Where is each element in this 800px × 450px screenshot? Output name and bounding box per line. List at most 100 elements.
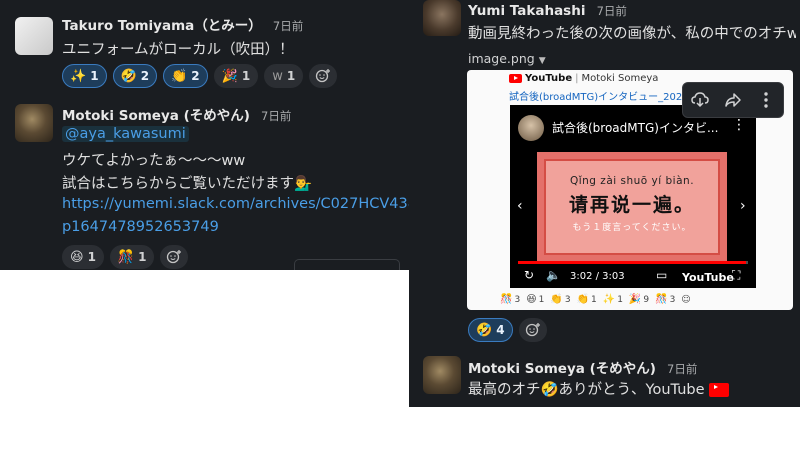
mini-count: 3 bbox=[564, 294, 571, 305]
message-header: Yumi Takahashi 7日前 bbox=[468, 0, 627, 19]
image-reaction-strip: 🎊 3 😆 1 👏 3 👏 1 ✨ 1 🎉 9 🎊 3 ☺ bbox=[500, 294, 691, 305]
clap-emoji: 👏 bbox=[171, 68, 188, 84]
replay-icon[interactable]: ↻ bbox=[524, 268, 534, 282]
video-player[interactable]: 試合後(broadMTG)インタビ... ⋮ Qǐng zài shuō yí … bbox=[510, 105, 756, 288]
video-title[interactable]: 試合後(broadMTG)インタビ... bbox=[552, 119, 718, 136]
mini-reaction: 🎊 3 bbox=[500, 294, 520, 305]
message-text: ウケてよかったぁ〜〜〜ww bbox=[62, 153, 246, 169]
next-arrow-icon[interactable]: › bbox=[740, 198, 746, 214]
pinyin-text: Qǐng zài shuō yí biàn. bbox=[569, 175, 695, 187]
reaction-rofl[interactable]: 🤣 2 bbox=[112, 64, 158, 88]
tada-emoji: 🎉 bbox=[221, 68, 238, 84]
mini-emoji: 🎊 bbox=[655, 294, 668, 305]
message-text-content: 最高のオチ🤣ありがとう、YouTube bbox=[468, 382, 705, 398]
add-reaction-button[interactable] bbox=[518, 318, 547, 342]
fullscreen-icon[interactable]: ⛶ bbox=[732, 268, 740, 283]
author-name[interactable]: Takuro Tomiyama（とみー） bbox=[62, 18, 262, 34]
message-hover-toolbar bbox=[682, 82, 784, 118]
share-icon[interactable] bbox=[720, 87, 746, 113]
mini-reaction: ✨ 1 bbox=[603, 294, 623, 305]
file-name[interactable]: image.png ▼ bbox=[468, 51, 546, 66]
confetti-emoji: 🎊 bbox=[117, 249, 135, 265]
mini-reaction: 👏 3 bbox=[550, 294, 570, 305]
japanese-subtitle: もう１度言ってください。 bbox=[572, 223, 692, 233]
embed-source: YouTube | Motoki Someya bbox=[509, 73, 658, 84]
reaction-count: 1 bbox=[138, 250, 147, 264]
message-header: Takuro Tomiyama（とみー） 7日前 bbox=[62, 14, 303, 34]
reaction-confetti[interactable]: 🎊 1 bbox=[109, 245, 155, 269]
message-header: Motoki Someya (そめやん) 7日前 bbox=[468, 357, 697, 377]
user-mention[interactable]: @aya_kawasumi bbox=[62, 126, 189, 142]
youtube-logo-icon bbox=[509, 73, 522, 83]
mini-emoji: ✨ bbox=[602, 294, 616, 305]
reaction-count: 4 bbox=[496, 323, 505, 337]
message-link[interactable]: p1647478952653749 bbox=[62, 219, 219, 235]
add-reaction-icon bbox=[316, 69, 331, 83]
more-actions-icon[interactable] bbox=[753, 87, 779, 113]
reaction-sparkles[interactable]: ✨ 1 bbox=[62, 64, 107, 88]
reaction-bar: 🤣 4 bbox=[468, 318, 547, 342]
reaction-count: 2 bbox=[191, 69, 200, 83]
reaction-bar: 😆 1 🎊 1 bbox=[62, 245, 189, 269]
reaction-w[interactable]: w 1 bbox=[264, 64, 304, 88]
avatar-motoki[interactable] bbox=[423, 356, 461, 394]
separator: | bbox=[575, 73, 579, 84]
message-text: 最高のオチ🤣ありがとう、YouTube bbox=[468, 378, 732, 399]
author-name[interactable]: Motoki Someya (そめやん) bbox=[62, 108, 250, 124]
progress-bar[interactable] bbox=[518, 261, 748, 264]
message-link[interactable]: https://yumemi.slack.com/archives/C027HC… bbox=[62, 196, 410, 212]
reaction-rofl[interactable]: 🤣 4 bbox=[468, 318, 513, 342]
timestamp[interactable]: 7日前 bbox=[667, 362, 697, 376]
reaction-count: 1 bbox=[87, 250, 96, 264]
add-reaction-button[interactable] bbox=[160, 245, 189, 269]
message-text: ユニフォームがローカル（吹田）！ bbox=[62, 42, 294, 58]
mini-reaction: 😆 1 bbox=[526, 294, 544, 305]
mini-add-reaction-icon: ☺ bbox=[681, 294, 691, 305]
reaction-laugh[interactable]: 😆 1 bbox=[62, 245, 104, 269]
chinese-text: 请再说一遍。 bbox=[568, 194, 695, 216]
video-title-link[interactable]: 試合後(broadMTG)インタビュー_202203 bbox=[509, 88, 701, 103]
reaction-bar: ✨ 1 🤣 2 👏 2 🎉 1 w 1 bbox=[62, 64, 338, 88]
download-icon[interactable] bbox=[687, 87, 713, 113]
channel-avatar[interactable] bbox=[518, 115, 544, 141]
mention-line: @aya_kawasumi bbox=[62, 126, 189, 142]
youtube-emoji-icon bbox=[709, 383, 730, 397]
reaction-clap[interactable]: 👏 2 bbox=[163, 64, 208, 88]
author-name[interactable]: Yumi Takahashi bbox=[468, 3, 585, 19]
prev-arrow-icon[interactable]: ‹ bbox=[517, 198, 523, 214]
player-controls: ↻ 🔈 3:02 / 3:03 ▭ YouTube ⛶ bbox=[510, 265, 756, 288]
avatar-motoki[interactable] bbox=[15, 104, 53, 142]
w-emoji: w bbox=[272, 68, 283, 84]
mini-count: 1 bbox=[591, 294, 597, 305]
author-name[interactable]: Motoki Someya (そめやん) bbox=[468, 361, 656, 377]
message-text: 試合はこちらからご覧いただけます💁‍♂️ bbox=[62, 176, 313, 192]
add-reaction-icon bbox=[167, 250, 182, 264]
rofl-emoji: 🤣 bbox=[476, 322, 493, 338]
timestamp[interactable]: 7日前 bbox=[261, 109, 291, 123]
add-reaction-icon bbox=[525, 323, 540, 337]
mini-count: 1 bbox=[617, 294, 623, 305]
youtube-wordmark[interactable]: YouTube bbox=[682, 271, 734, 284]
mini-emoji: 👏 bbox=[576, 294, 589, 305]
avatar-yumi[interactable] bbox=[423, 0, 461, 36]
message-text: 動画見終わった後の次の画像が、私の中でのオチw bbox=[468, 26, 796, 42]
reaction-tada[interactable]: 🎉 1 bbox=[213, 64, 259, 88]
laugh-emoji: 😆 bbox=[70, 249, 84, 265]
caret-down-icon[interactable]: ▼ bbox=[539, 56, 546, 66]
timestamp[interactable]: 7日前 bbox=[273, 19, 303, 33]
mini-count: 3 bbox=[514, 294, 521, 305]
time-display: 3:02 / 3:03 bbox=[570, 271, 625, 282]
avatar-takuro[interactable] bbox=[15, 17, 53, 55]
more-vertical-icon[interactable]: ⋮ bbox=[732, 117, 746, 133]
mini-emoji: 🎉 bbox=[628, 294, 642, 305]
slide-card: Qǐng zài shuō yí biàn. 请再说一遍。 もう１度言ってくださ… bbox=[544, 159, 720, 255]
mini-emoji: 🎊 bbox=[500, 294, 513, 305]
timestamp[interactable]: 7日前 bbox=[597, 4, 627, 18]
partial-hover-toolbar bbox=[294, 259, 400, 270]
captions-icon[interactable]: ▭ bbox=[656, 268, 667, 282]
reaction-count: 1 bbox=[90, 69, 99, 83]
volume-icon[interactable]: 🔈 bbox=[546, 268, 561, 282]
add-reaction-button[interactable] bbox=[309, 64, 338, 88]
mini-reaction: 👏 1 bbox=[577, 294, 597, 305]
mini-count: 1 bbox=[538, 294, 545, 305]
